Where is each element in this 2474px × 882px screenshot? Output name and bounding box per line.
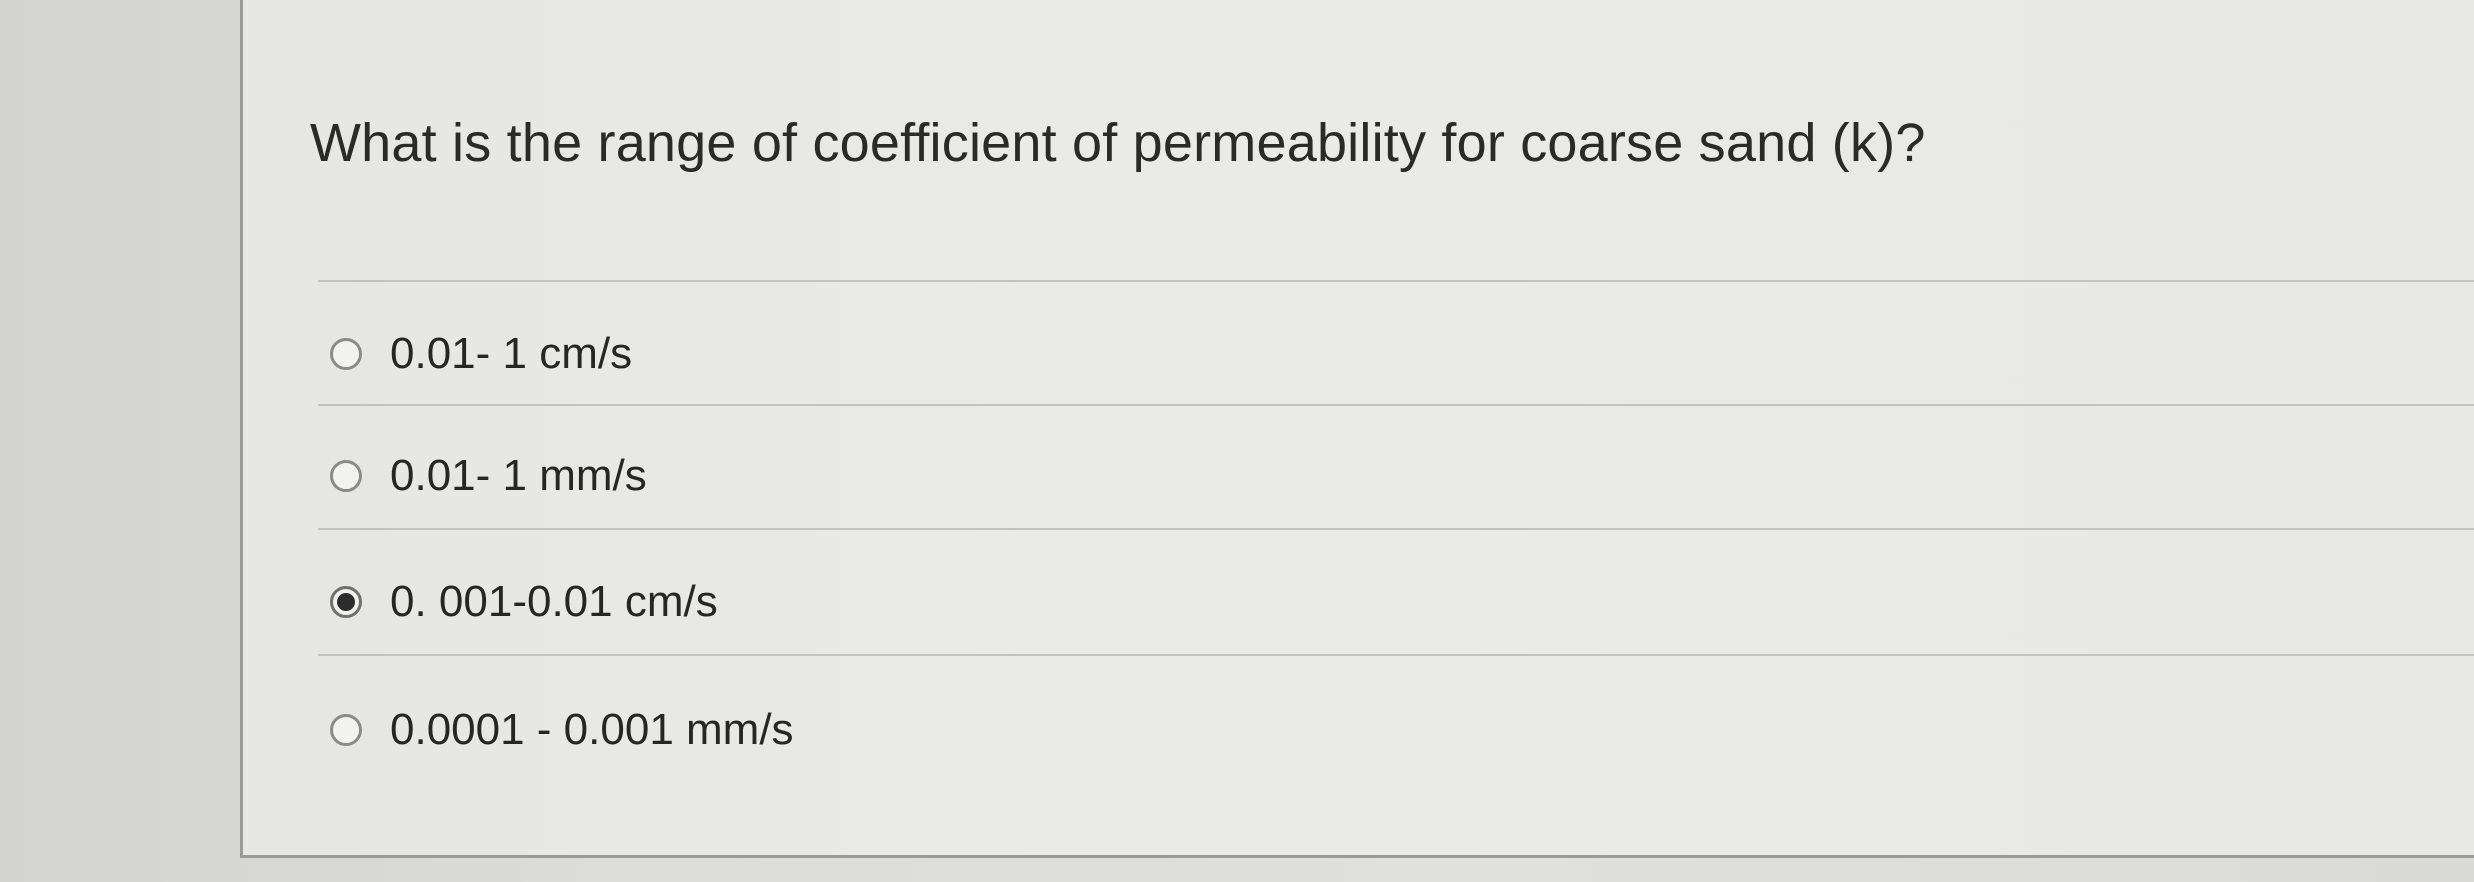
radio-button-1[interactable] [330,338,362,370]
radio-button-4[interactable] [330,714,362,746]
answer-label-4: 0.0001 - 0.001 mm/s [390,705,794,754]
divider [318,528,2474,530]
divider [318,654,2474,656]
answer-option-4[interactable]: 0.0001 - 0.001 mm/s [330,690,794,770]
answer-option-2[interactable]: 0.01- 1 mm/s [330,436,647,516]
question-text: What is the range of coefficient of perm… [310,113,1926,173]
radio-button-2[interactable] [330,460,362,492]
divider [318,280,2474,282]
answer-label-3: 0. 001-0.01 cm/s [390,577,718,626]
radio-selected-dot-icon [337,593,355,611]
divider [318,404,2474,406]
answer-option-1[interactable]: 0.01- 1 cm/s [330,314,632,394]
radio-button-3-selected[interactable] [330,586,362,618]
answer-label-1: 0.01- 1 cm/s [390,329,633,378]
answer-label-2: 0.01- 1 mm/s [390,451,647,500]
answer-option-3[interactable]: 0. 001-0.01 cm/s [330,562,718,642]
